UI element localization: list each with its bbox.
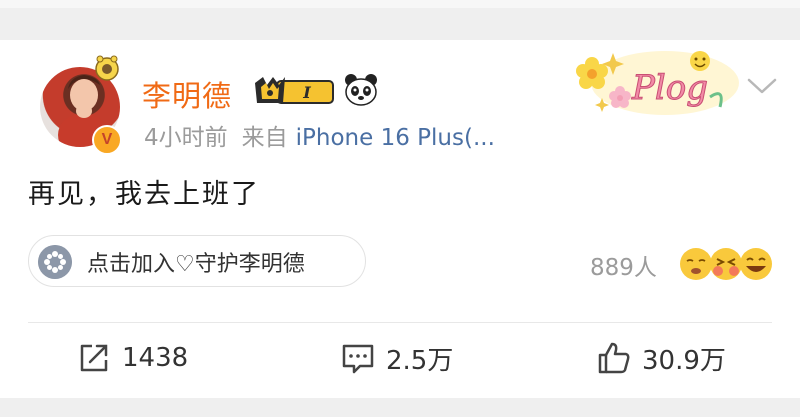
repost-count: 1438 [122, 343, 189, 373]
repost-button[interactable]: 1438 [76, 338, 188, 378]
fan-club-icon [38, 245, 72, 279]
post-device-link[interactable]: iPhone 16 Plus(... [296, 125, 495, 151]
post-content: 再见，我去上班了 [28, 179, 260, 210]
reaction-emoji-icon[interactable] [676, 244, 776, 284]
top-separator [0, 0, 800, 40]
fan-count[interactable]: 889人 [590, 248, 657, 282]
comment-button[interactable]: 2.5万 [340, 338, 453, 378]
chevron-down-icon[interactable] [744, 73, 780, 99]
vip-level-text: I [302, 83, 311, 102]
bottom-separator [0, 398, 800, 417]
username[interactable]: 李明德 [142, 73, 232, 115]
comment-count: 2.5万 [386, 345, 454, 376]
panda-icon[interactable] [343, 72, 379, 108]
divider [28, 322, 772, 323]
repost-icon [80, 344, 108, 372]
plog-label: Plog [631, 68, 708, 108]
verified-badge: V [92, 125, 122, 155]
post-time: 4小时前 [144, 125, 228, 151]
fan-club-join-button[interactable]: 点击加入♡守护李明德 [28, 235, 366, 287]
post-source-prefix: 来自 [241, 125, 288, 151]
plog-sticker-icon[interactable]: Plog [570, 43, 740, 117]
avatar-pendant-icon [95, 55, 119, 81]
comment-icon [342, 344, 374, 374]
fan-club-label: 点击加入♡守护李明德 [87, 252, 305, 277]
vip-crown-badge-icon[interactable]: I [253, 73, 335, 107]
like-count: 30.9万 [642, 345, 726, 376]
thumbs-up-icon [598, 342, 630, 374]
like-button[interactable]: 30.9万 [596, 338, 726, 378]
post-meta: 4小时前 来自 iPhone 16 Plus(... [144, 118, 495, 152]
weibo-post-card: V 李明德 I 4小时前 来自 iPhone 16 Plus(... Plog … [0, 40, 800, 398]
avatar-container[interactable]: V [40, 55, 122, 155]
